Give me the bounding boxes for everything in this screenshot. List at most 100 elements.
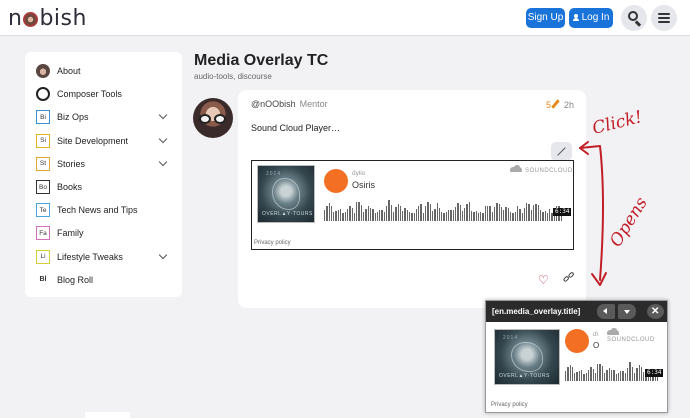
overlay-privacy-policy-link[interactable]: Privacy policy <box>491 402 528 408</box>
track-title[interactable]: Osiris <box>352 180 375 190</box>
track-artwork[interactable]: 2014 OVERL▲Y·TOURS <box>257 165 315 223</box>
waveform-bar <box>585 373 587 381</box>
waveform-bar <box>503 210 505 221</box>
waveform-bar <box>330 206 333 221</box>
track-user[interactable]: dylio <box>352 170 365 177</box>
sidebar-item-biz-ops[interactable]: Bi Biz Ops <box>36 107 176 127</box>
waveform-bar <box>360 205 363 221</box>
waveform-bar <box>464 208 466 221</box>
overlay-play-button[interactable] <box>565 329 589 353</box>
privacy-policy-link[interactable]: Privacy policy <box>254 240 291 246</box>
waveform-bar <box>369 208 372 221</box>
overlay-track-artwork[interactable]: 2014 OVERL▲Y·TOURS <box>494 329 560 385</box>
sidebar-item-lifestyle-tweaks[interactable]: Li Lifestyle Tweaks <box>36 247 176 267</box>
waveform-bar <box>431 211 434 221</box>
waveform-bar <box>335 211 337 221</box>
waveform-bar <box>452 210 454 221</box>
overlay-soundcloud-embed[interactable]: 2014 OVERL▲Y·TOURS d\ O SOUNDCLOUD 6:34 … <box>490 325 664 411</box>
waveform-bar <box>530 210 533 221</box>
sidebar-item-stories[interactable]: St Stories <box>36 154 176 174</box>
sidebar-item-site-development[interactable]: Si Site Development <box>36 131 176 151</box>
overlay-track-user[interactable]: d\ <box>593 331 598 338</box>
waveform-bar <box>383 212 386 221</box>
sidebar-item-blog-roll[interactable]: Bl Blog Roll <box>36 270 176 290</box>
category-badge-icon: Bl <box>39 276 47 284</box>
sidebar-item-label: Lifestyle Tweaks <box>57 251 123 262</box>
horizontal-scrollbar[interactable] <box>85 412 130 418</box>
sidebar-item-composer-tools[interactable]: Composer Tools <box>36 84 176 104</box>
soundcloud-embed[interactable]: 2014 OVERL▲Y·TOURS dylio Osiris SOUNDCLO… <box>251 160 574 250</box>
soundcloud-brand[interactable]: SOUNDCLOUD <box>510 165 573 174</box>
hamburger-menu-icon-bar <box>658 17 670 19</box>
waveform-bar <box>510 212 512 221</box>
sidebar-item-label: Composer Tools <box>57 89 122 100</box>
annotation-click-label: Click! <box>590 107 645 139</box>
waveform-bar <box>574 373 576 381</box>
topic-title[interactable]: Media Overlay TC <box>194 52 328 70</box>
expand-to-overlay-button[interactable] <box>551 142 572 161</box>
waveform-bar <box>415 209 418 221</box>
waveform-bar <box>487 206 489 221</box>
waveform-bar <box>526 203 528 221</box>
overlay-soundcloud-cloud-icon <box>607 328 619 335</box>
topic-tags[interactable]: audio-tools, discourse <box>194 72 272 81</box>
waveform-bar <box>386 206 388 221</box>
hamburger-menu-button[interactable] <box>651 5 677 31</box>
overlay-track-title[interactable]: O <box>593 341 599 350</box>
waveform-bar <box>571 367 574 381</box>
chevron-down-icon[interactable] <box>158 157 168 167</box>
overlay-soundcloud-brand[interactable]: SOUNDCLOUD <box>607 328 663 343</box>
chevron-down-icon[interactable] <box>158 250 168 259</box>
sidebar-item-about[interactable]: About <box>36 61 176 81</box>
track-waveform[interactable] <box>324 199 568 221</box>
waveform-bar <box>519 209 521 221</box>
search-button[interactable] <box>621 5 647 31</box>
chevron-down-icon[interactable] <box>158 134 168 143</box>
sidebar-item-tech-news-and-tips[interactable]: Te Tech News and Tips <box>36 200 176 220</box>
user-title: Mentor <box>299 99 328 109</box>
overlay-artwork-year: 2014 <box>503 335 519 341</box>
waveform-bar <box>569 365 571 381</box>
track-duration: 6:34 <box>553 208 572 216</box>
site-logo[interactable]: n bish <box>8 6 87 31</box>
post-age[interactable]: 2h <box>564 100 574 110</box>
overlay-header[interactable]: [en.media_overlay.title] ✕ <box>486 301 667 322</box>
post-username[interactable]: @nOObish <box>251 99 296 109</box>
chevron-down-icon[interactable] <box>158 111 168 120</box>
waveform-bar <box>537 205 539 221</box>
edit-count[interactable]: 5 <box>546 100 551 110</box>
log-in-button[interactable]: Log In <box>569 8 613 28</box>
overlay-move-left-button[interactable] <box>597 304 615 319</box>
copy-link-icon[interactable] <box>562 271 575 284</box>
sidebar-item-books[interactable]: Bo Books <box>36 177 176 197</box>
overlay-close-button[interactable]: ✕ <box>647 304 664 319</box>
artwork-title: OVERL▲Y·TOURS <box>262 211 313 217</box>
overlay-move-down-button[interactable] <box>618 304 636 319</box>
waveform-bar <box>604 373 606 381</box>
media-overlay-window[interactable]: [en.media_overlay.title] ✕ 2014 OVERL▲Y·… <box>485 300 668 413</box>
post-author-avatar[interactable] <box>193 98 233 138</box>
user-icon <box>572 14 579 21</box>
play-button[interactable] <box>324 169 348 193</box>
hamburger-menu-icon <box>658 13 670 15</box>
sidebar-item-label: Family <box>57 228 84 239</box>
waveform-bar <box>376 212 379 221</box>
category-badge-icon: Bi <box>36 110 50 125</box>
pencil-icon[interactable] <box>551 99 560 109</box>
waveform-bar <box>597 364 599 381</box>
waveform-bar <box>477 213 480 221</box>
waveform-bar <box>622 371 624 381</box>
waveform-bar <box>542 212 544 221</box>
like-heart-icon[interactable]: ♡ <box>538 273 549 287</box>
waveform-bar <box>438 208 441 221</box>
waveform-bar <box>351 208 353 221</box>
waveform-bar <box>498 204 500 221</box>
waveform-bar <box>429 204 431 221</box>
sign-up-button[interactable]: Sign Up <box>526 8 565 28</box>
sidebar-item-label: Books <box>57 182 83 192</box>
waveform-bar <box>489 206 491 221</box>
sidebar-item-family[interactable]: Fa Family <box>36 223 176 243</box>
post-author[interactable]: @nOObish Mentor <box>251 99 328 109</box>
waveform-bar <box>388 200 390 221</box>
waveform-bar <box>533 205 535 221</box>
